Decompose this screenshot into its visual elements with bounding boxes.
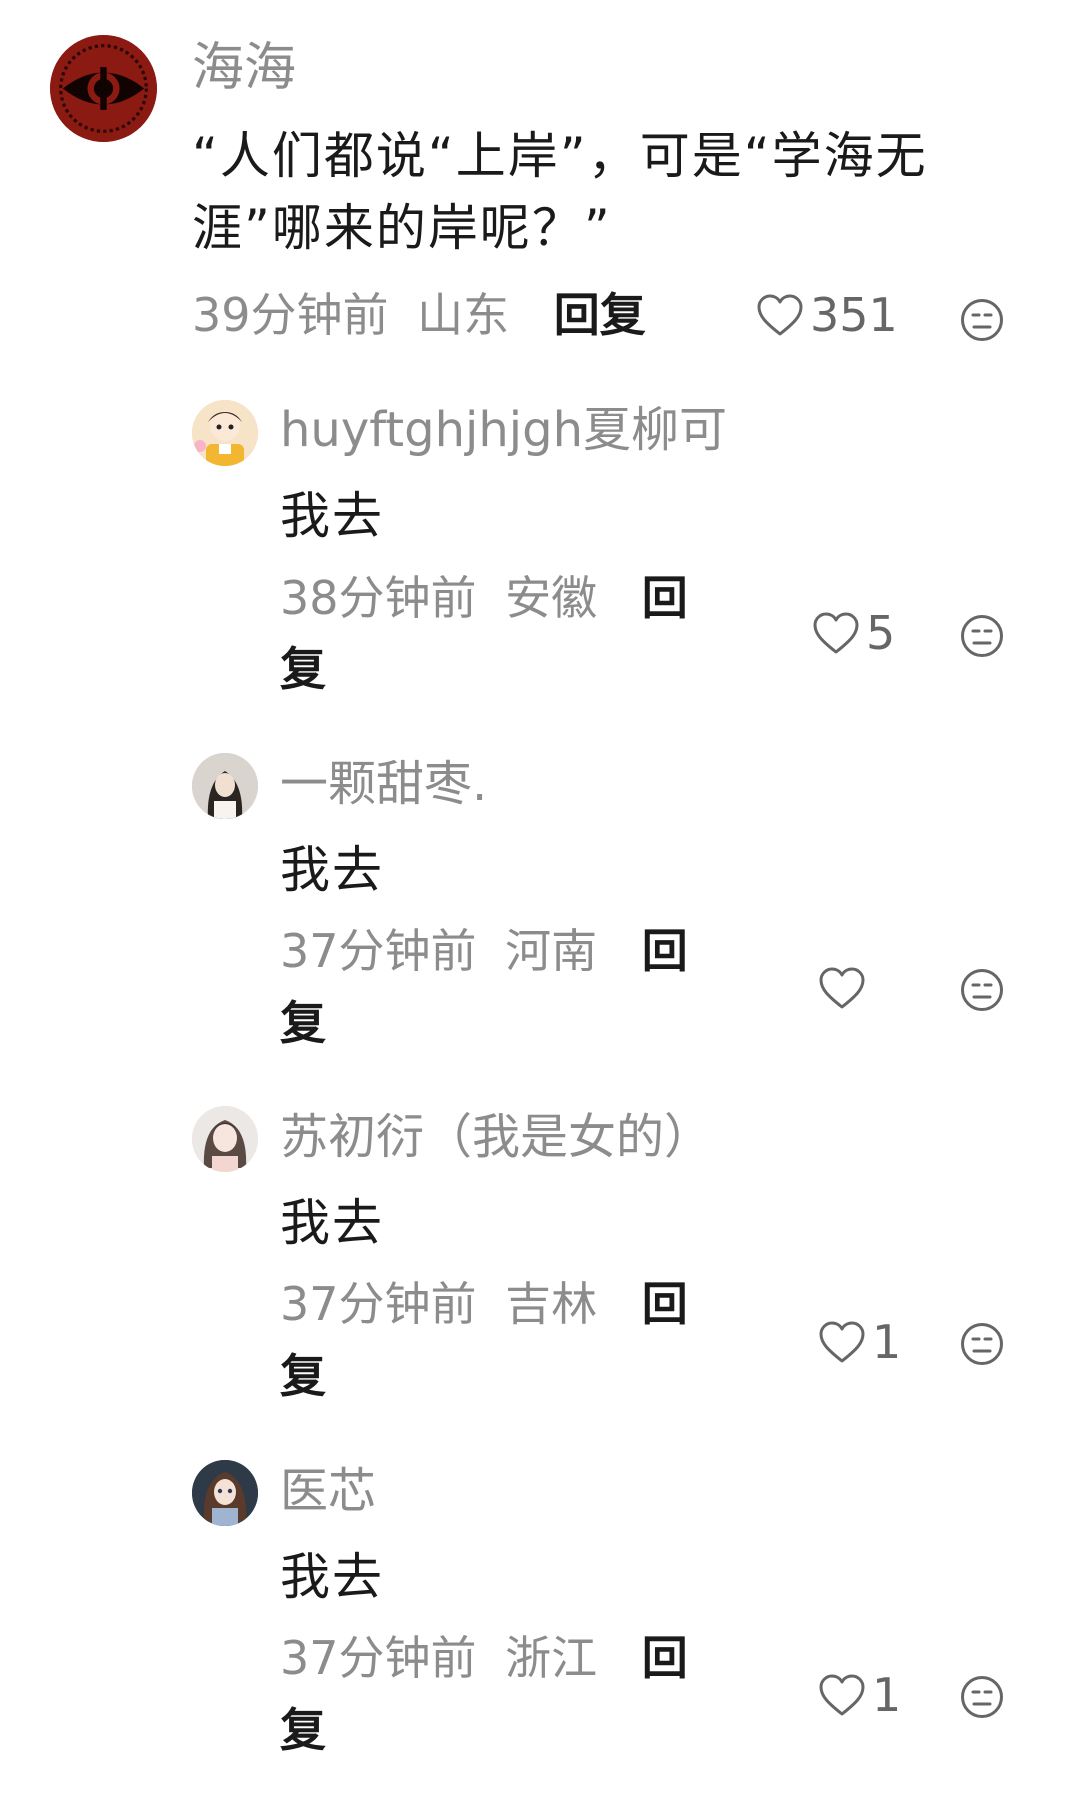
heart-icon [757,294,803,336]
neutral-face-icon [961,615,1003,657]
reply-button-wrap[interactable]: 复 [280,1000,326,1046]
more-button[interactable] [960,968,1004,1012]
like-button[interactable]: 351 [756,292,898,338]
comment-text: “人们都说“上岸”，可是“学海无涯”哪来的岸呢？” [192,127,928,257]
neutral-face-icon [961,299,1003,341]
reply-username[interactable]: huyftghjhjgh夏柳可 [280,406,727,454]
reply-username[interactable]: 苏初衍（我是女的） [280,1113,712,1161]
reply-button[interactable]: 回 [642,1277,688,1331]
like-button[interactable]: 1 [818,1672,901,1718]
reply-text: 我去 [280,1548,384,1606]
reply-location: 吉林 [505,1277,598,1331]
more-button[interactable] [960,1322,1004,1366]
heart-icon [819,1674,865,1716]
reply-location: 安徽 [505,571,598,625]
avatar[interactable] [192,1460,258,1526]
doll-photo-avatar-icon [192,1460,258,1526]
avatar[interactable] [192,1106,258,1172]
neutral-face-icon [961,969,1003,1011]
like-button[interactable] [818,966,872,1010]
like-button[interactable]: 5 [812,610,895,656]
like-button[interactable]: 1 [818,1319,901,1365]
eye-logo-avatar-icon [50,35,157,142]
avatar[interactable] [192,753,258,819]
reply-username[interactable]: 一颗甜枣. [280,760,487,808]
reply-text: 我去 [280,487,384,545]
like-count: 1 [872,1668,902,1722]
more-button[interactable] [960,298,1004,342]
reply-button-wrap[interactable]: 复 [280,1353,326,1399]
more-button[interactable] [960,614,1004,658]
reply-time: 37分钟前 [280,1277,477,1331]
heart-icon [819,1321,865,1363]
reply-meta: 37分钟前 河南 回 [280,928,688,974]
reply-time: 37分钟前 [280,1631,477,1685]
like-count: 1 [872,1315,902,1369]
reply-button[interactable]: 回 [642,924,688,978]
like-count: 5 [866,606,896,660]
comment-meta: 39分钟前 山东 回复 [192,292,646,338]
reply-text: 我去 [280,1194,384,1252]
like-count: 351 [810,288,898,342]
girl-photo-avatar-icon [192,1106,258,1172]
reply-location: 浙江 [505,1631,598,1685]
reply-meta: 37分钟前 浙江 回 [280,1635,688,1681]
reply-time: 38分钟前 [280,571,477,625]
neutral-face-icon [961,1676,1003,1718]
comment-time: 39分钟前 [192,288,389,342]
reply-location: 河南 [505,924,598,978]
reply-username[interactable]: 医芯 [280,1467,376,1515]
comment-location: 山东 [417,288,510,342]
heart-icon [813,612,859,654]
reply-button-wrap[interactable]: 复 [280,646,326,692]
more-button[interactable] [960,1675,1004,1719]
reply-time: 37分钟前 [280,924,477,978]
reply-meta: 38分钟前 安徽 回 [280,575,688,621]
reply-meta: 37分钟前 吉林 回 [280,1281,688,1327]
cartoon-girl-avatar-icon [192,400,258,466]
heart-icon [819,967,865,1009]
reply-button[interactable]: 回 [642,1631,688,1685]
reply-button[interactable]: 回 [642,571,688,625]
avatar[interactable] [192,400,258,466]
comment-username[interactable]: 海海 [192,42,296,94]
neutral-face-icon [961,1323,1003,1365]
girl-photo-avatar-icon [192,753,258,819]
reply-button-wrap[interactable]: 复 [280,1707,326,1753]
reply-button[interactable]: 回复 [554,288,646,342]
reply-text: 我去 [280,841,384,899]
avatar[interactable] [50,35,157,142]
